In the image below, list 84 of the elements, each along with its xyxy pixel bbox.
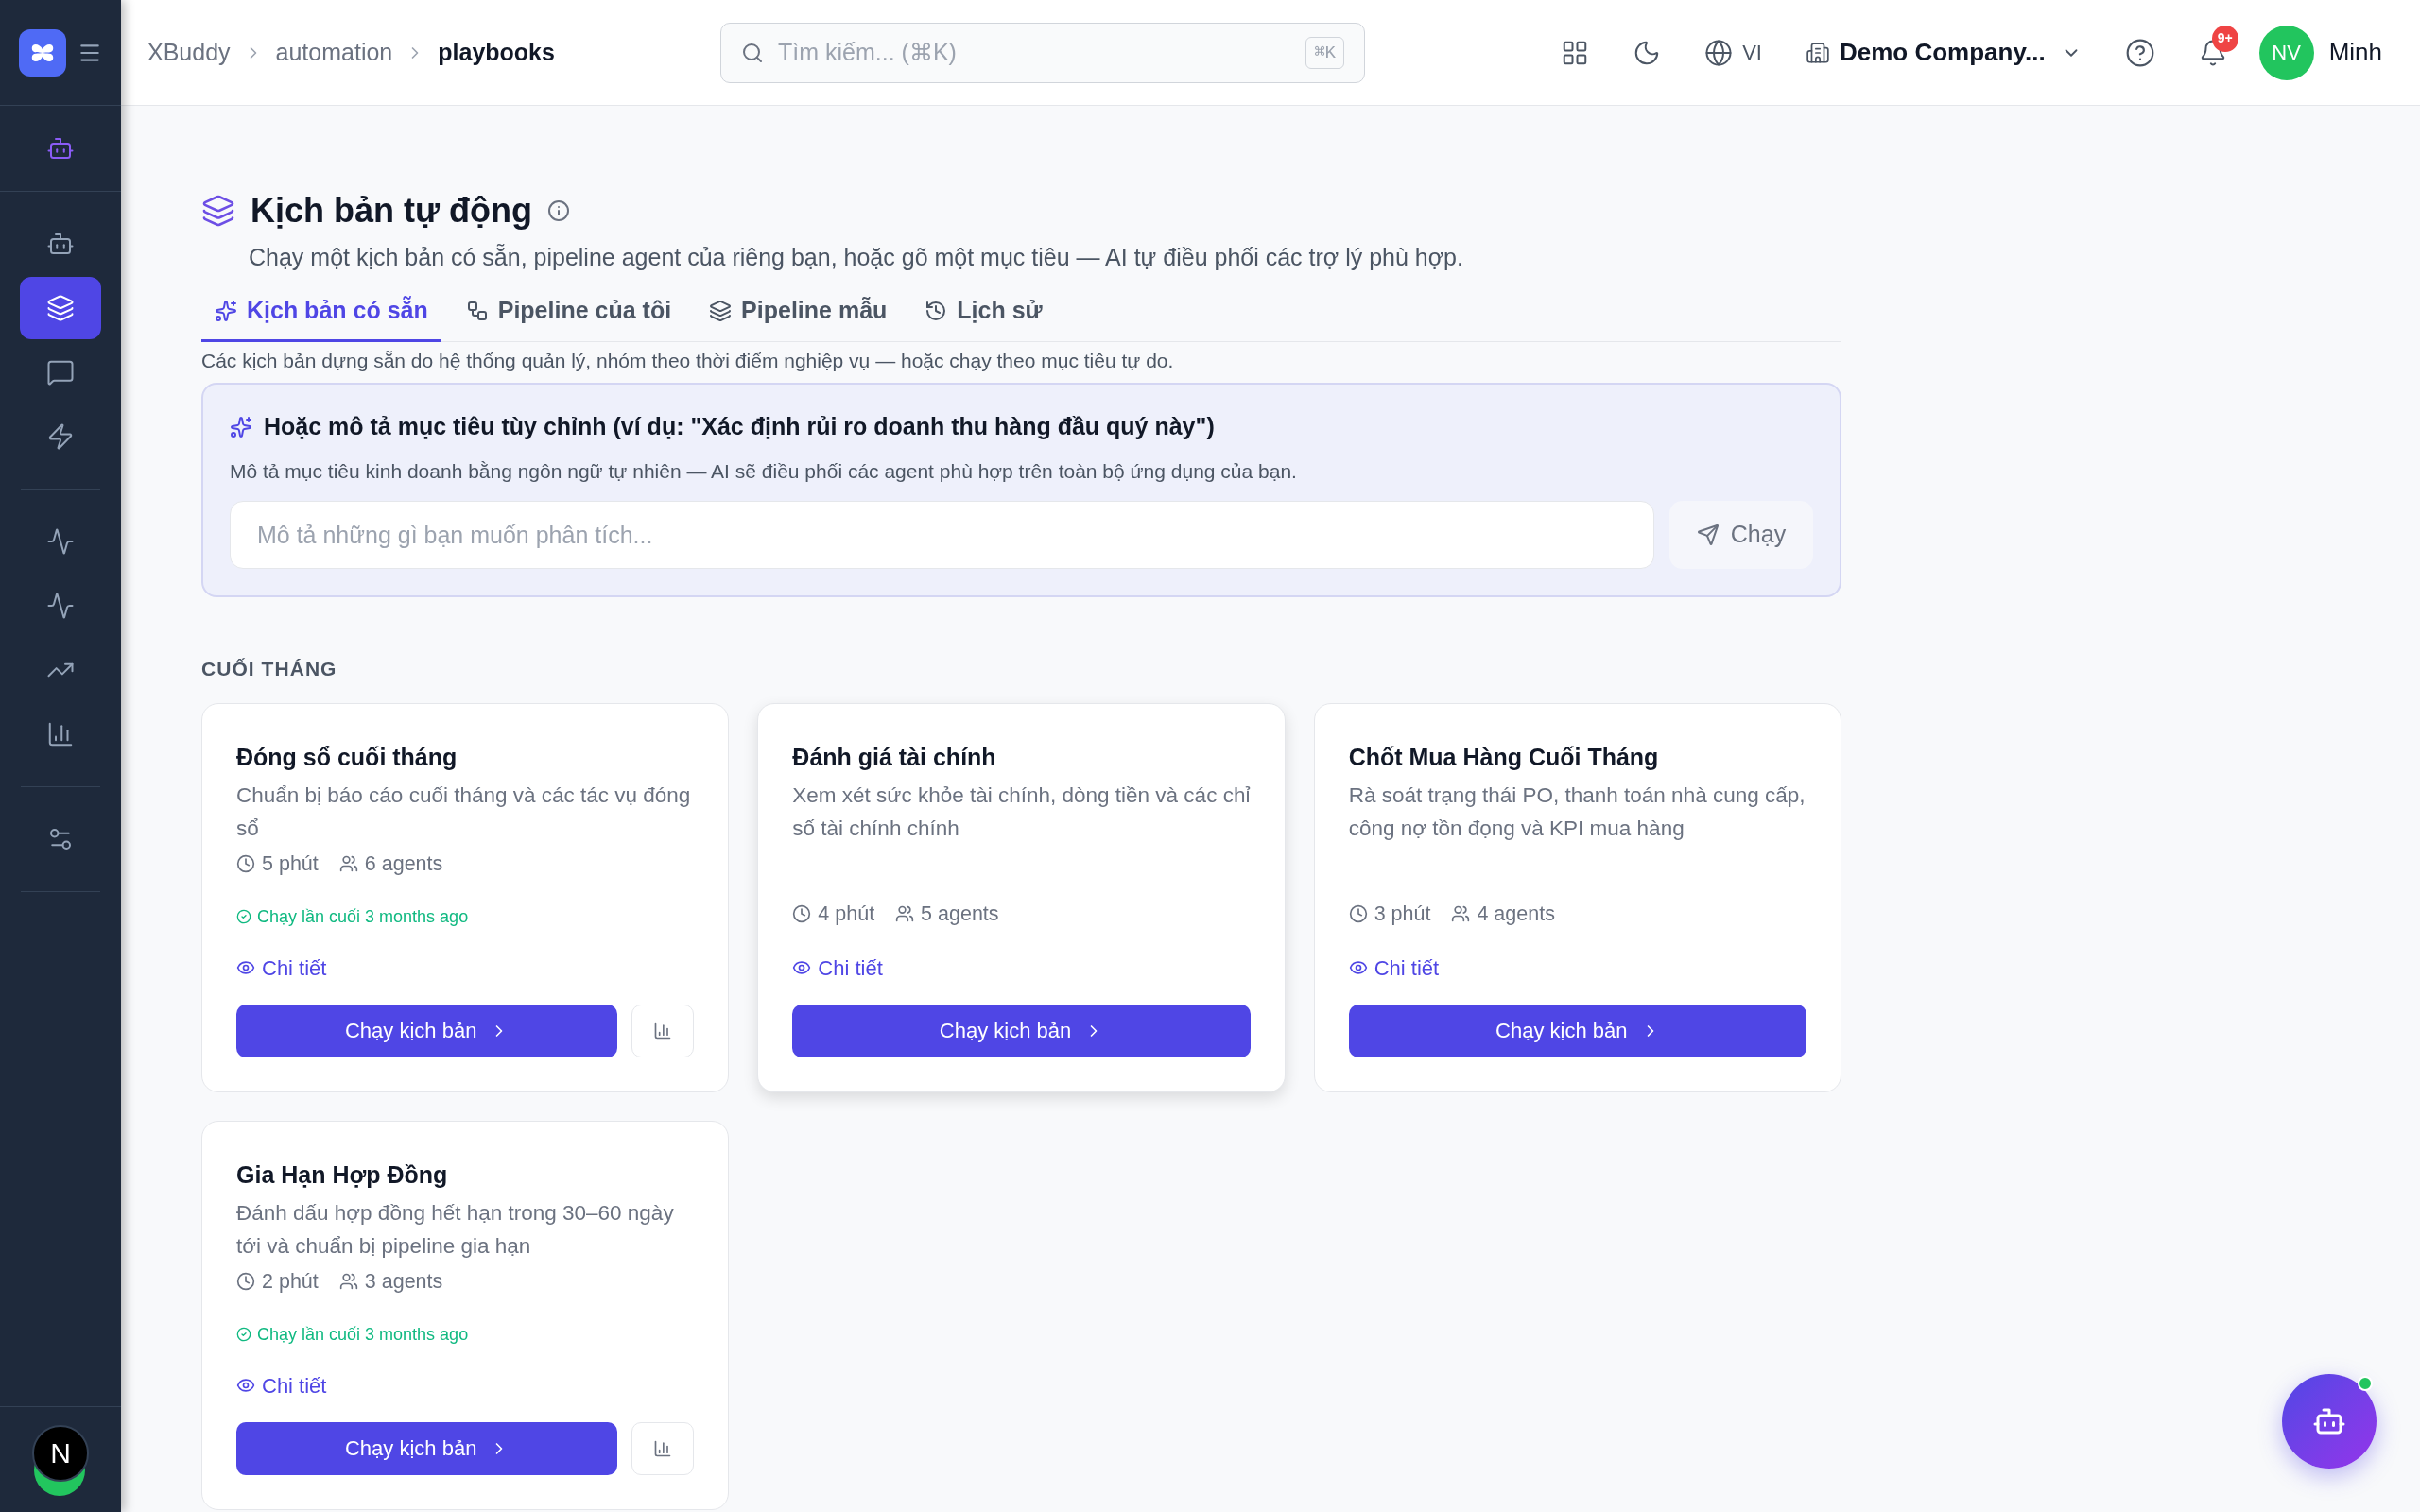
layers-icon bbox=[46, 294, 75, 322]
info-icon[interactable] bbox=[547, 199, 571, 222]
card-title: Đóng sổ cuối tháng bbox=[236, 742, 458, 772]
run-playbook-button[interactable]: Chạy kịch bản bbox=[236, 1004, 618, 1057]
goal-description: Mô tả mục tiêu kinh doanh bằng ngôn ngữ tự nhiên — AI sẽ điều phối các agent phù hợp trên toàn bộ ứng dụng của bạn. bbox=[230, 458, 1298, 484]
run-playbook-button[interactable]: Chạy kịch bản bbox=[236, 1421, 618, 1475]
run-playbook-button[interactable]: Chạy kịch bản bbox=[1348, 1004, 1806, 1057]
breadcrumb-link[interactable]: XBuddy bbox=[147, 34, 231, 71]
last-run-text: Chạy lần cuối 3 months ago bbox=[257, 905, 469, 928]
bar-chart-icon bbox=[653, 1021, 673, 1040]
notification-badge: 9+ bbox=[2211, 25, 2238, 52]
users-icon bbox=[1451, 904, 1471, 924]
users-icon bbox=[338, 1272, 358, 1292]
history-icon bbox=[925, 300, 948, 322]
duration-text: 3 phút bbox=[1374, 902, 1431, 928]
duration-text: 5 phút bbox=[262, 851, 319, 878]
app-logo[interactable] bbox=[19, 28, 66, 77]
agents-count: 3 agents bbox=[364, 1269, 443, 1296]
globe-icon bbox=[1704, 38, 1734, 67]
bar-chart-icon bbox=[46, 720, 75, 748]
tab-description: Các kịch bản dựng sẵn do hệ thống quản lý, nhóm theo thời điểm nghiệp vụ — hoặc chạy theo mục tiêu tự do. bbox=[201, 348, 1175, 373]
bar-chart-icon bbox=[653, 1438, 673, 1458]
pulse-icon bbox=[46, 527, 75, 556]
clock-icon bbox=[1348, 904, 1368, 924]
sidebar-item[interactable] bbox=[20, 277, 101, 339]
users-icon bbox=[338, 854, 358, 874]
search-icon bbox=[741, 41, 764, 64]
agents-count: 5 agents bbox=[921, 902, 999, 928]
eye-icon bbox=[236, 1376, 255, 1395]
goal-title: Hoặc mô tả mục tiêu tùy chỉnh (ví dụ: "Xác định rủi ro doanh thu hàng đầu quý này") bbox=[264, 412, 1215, 441]
agents-count: 6 agents bbox=[364, 851, 443, 878]
assistant-button[interactable] bbox=[2282, 1374, 2377, 1469]
run-goal-button[interactable]: Chạy bbox=[1669, 501, 1813, 569]
page-subtitle: Chạy một kịch bản có sẵn, pipeline agent của riêng bạn, hoặc gõ một mục tiêu — AI tự điều phối các trợ lý phù hợp. bbox=[249, 243, 1464, 272]
tab[interactable]: Kịch bản có sẵn bbox=[201, 283, 441, 342]
eye-icon bbox=[1348, 958, 1368, 977]
user-avatar[interactable]: N bbox=[32, 1424, 89, 1482]
breadcrumb-link[interactable]: playbooks bbox=[438, 34, 555, 71]
layers-icon bbox=[201, 194, 235, 228]
tab[interactable]: Lịch sử bbox=[911, 283, 1056, 342]
breadcrumb-link[interactable]: automation bbox=[275, 34, 393, 71]
card-description: Rà soát trạng thái PO, thanh toán nhà cung cấp, công nợ tồn đọng và KPI mua hàng bbox=[1348, 782, 1806, 842]
details-link[interactable]: Chi tiết bbox=[236, 1369, 695, 1401]
section-heading: CUỐI THÁNG bbox=[201, 657, 338, 681]
shortcut-key: ⌘K bbox=[1305, 36, 1344, 69]
agents-count: 4 agents bbox=[1477, 902, 1555, 928]
card-description: Xem xét sức khỏe tài chính, dòng tiền và các chỉ số tài chính chính bbox=[792, 782, 1251, 842]
details-link[interactable]: Chi tiết bbox=[236, 952, 695, 984]
details-link[interactable]: Chi tiết bbox=[792, 952, 1251, 984]
clock-icon bbox=[236, 1272, 255, 1292]
page-title: Kịch bản tự động bbox=[251, 190, 533, 232]
send-icon bbox=[1696, 524, 1720, 546]
pulse-icon bbox=[46, 592, 75, 620]
card-description: Đánh dấu hợp đồng hết hạn trong 30–60 ngày tới và chuẩn bị pipeline gia hạn bbox=[236, 1200, 675, 1260]
users-icon bbox=[895, 904, 915, 924]
tab[interactable]: Pipeline của tôi bbox=[452, 283, 685, 342]
company-selector[interactable]: Demo Company... bbox=[1805, 34, 2082, 71]
card-description: Chuẩn bị báo cáo cuối tháng và các tác vụ đóng sổ bbox=[236, 782, 692, 842]
layers-icon bbox=[709, 300, 733, 322]
card-title: Đánh giá tài chính bbox=[792, 742, 997, 772]
sparkles-icon bbox=[215, 300, 237, 322]
eye-icon bbox=[792, 958, 812, 977]
goal-input[interactable]: Mô tả những gì bạn muốn phân tích... bbox=[230, 501, 1654, 569]
card-title: Chốt Mua Hàng Cuối Tháng bbox=[1348, 742, 1660, 772]
user-name: Minh bbox=[2328, 37, 2382, 68]
card-title: Gia Hạn Hợp Đồng bbox=[236, 1160, 449, 1190]
details-link[interactable]: Chi tiết bbox=[1348, 952, 1806, 984]
sparkles-icon bbox=[230, 415, 252, 438]
run-playbook-button[interactable]: Chạy kịch bản bbox=[792, 1004, 1251, 1057]
lightning-icon bbox=[46, 422, 75, 451]
eye-icon bbox=[236, 958, 255, 977]
last-run-text: Chạy lần cuối 3 months ago bbox=[257, 1323, 469, 1346]
building-icon bbox=[1805, 40, 1830, 65]
check-circle-icon bbox=[236, 909, 251, 924]
help-icon[interactable] bbox=[2124, 37, 2155, 68]
duration-text: 2 phút bbox=[262, 1269, 319, 1296]
language-button[interactable]: VI bbox=[1704, 37, 1762, 68]
clock-icon bbox=[236, 854, 255, 874]
chat-icon bbox=[46, 358, 75, 387]
tab[interactable]: Pipeline mẫu bbox=[696, 283, 901, 342]
check-circle-icon bbox=[236, 1327, 251, 1342]
clock-icon bbox=[792, 904, 812, 924]
workflow-icon bbox=[465, 300, 489, 322]
duration-text: 4 phút bbox=[818, 902, 875, 928]
